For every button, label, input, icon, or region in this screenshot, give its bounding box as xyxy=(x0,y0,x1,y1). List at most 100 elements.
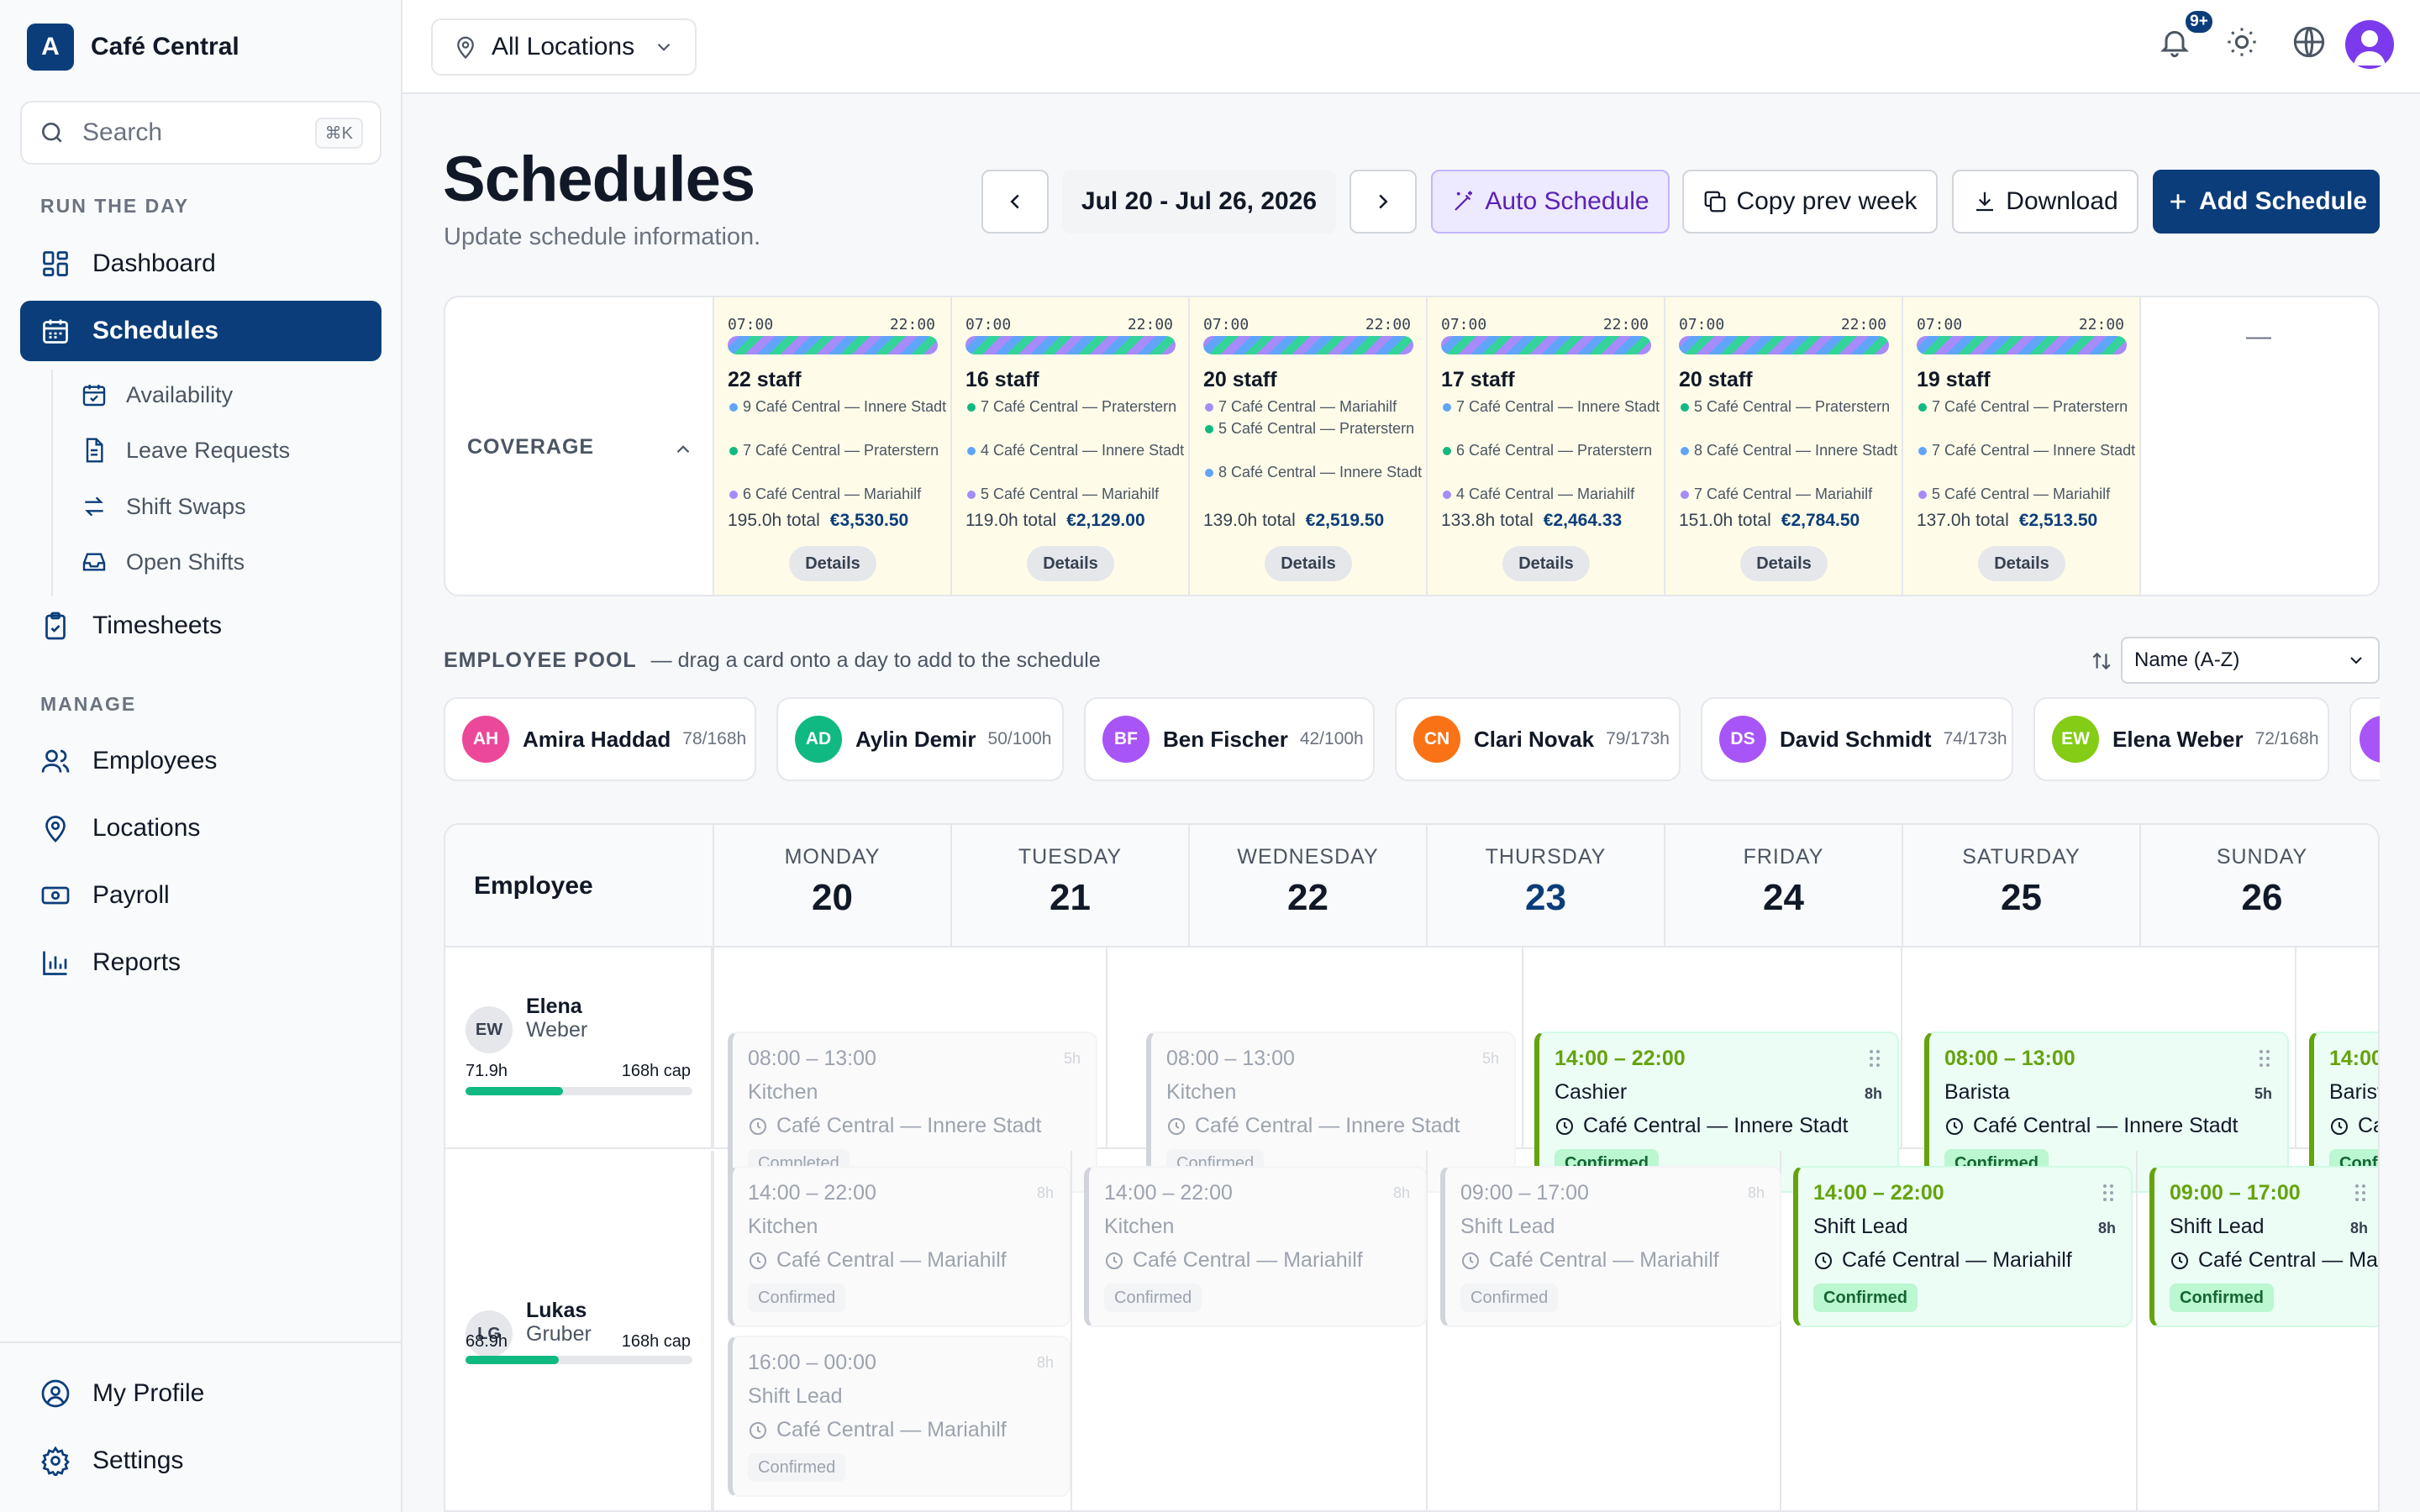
coverage-staff-count: 19 staff xyxy=(1917,368,1991,391)
brand[interactable]: A Café Central xyxy=(27,24,239,71)
shift-status: Confirmed xyxy=(2170,1284,2274,1312)
shift-role: Shift Lead xyxy=(748,1384,843,1408)
day-number: 22 xyxy=(1287,877,1328,918)
employee-card[interactable]: AH Amira Haddad 78/168h xyxy=(444,697,756,781)
shift-duration: 8h xyxy=(2097,1220,2116,1236)
auto-schedule-label: Auto Schedule xyxy=(1485,187,1649,215)
location-dot xyxy=(1205,403,1213,412)
nav-dashboard[interactable]: Dashboard xyxy=(20,234,381,294)
nav-payroll[interactable]: Payroll xyxy=(20,865,381,926)
employee-card-partial[interactable] xyxy=(2349,697,2380,781)
employee-column-header: Employee xyxy=(474,872,593,900)
copy-prev-week-button[interactable]: Copy prev week xyxy=(1682,170,1938,234)
chevron-left-icon xyxy=(1010,194,1019,209)
coverage-hours: 151.0h total xyxy=(1679,511,1771,530)
shift-location-text: Café Central — Innere Stadt xyxy=(2358,1114,2378,1137)
employee-card[interactable]: DS David Schmidt 74/173h xyxy=(1701,697,2013,781)
shift-role: Barista xyxy=(2329,1080,2378,1104)
next-week-button[interactable] xyxy=(1349,170,1417,234)
drag-handle-icon[interactable] xyxy=(2354,1183,2366,1203)
drag-handle-icon[interactable] xyxy=(2259,1048,2270,1068)
coverage-location-text: 4 Café Central — Innere Stadt xyxy=(981,442,1185,459)
shift-card[interactable]: 14:00 – 22:00 Shift Lead Café Central — Ma… xyxy=(1793,1166,2133,1327)
day-number: 26 xyxy=(2241,877,2283,918)
column-divider xyxy=(713,948,714,1147)
shift-card[interactable]: 09:00 – 17:00 Shift Lead Café Central — Ma… xyxy=(1440,1166,1781,1327)
shift-card[interactable]: 16:00 – 00:00 Shift Lead Café Central — Ma… xyxy=(728,1336,1071,1497)
coverage-cost: €2,513.50 xyxy=(2018,511,2098,530)
shift-card[interactable]: 09:00 – 17:00 Shift Lead Café Central — Ma… xyxy=(2149,1166,2378,1327)
prev-week-button[interactable] xyxy=(981,170,1049,234)
nav-availability[interactable]: Availability xyxy=(81,371,233,418)
employee-card[interactable]: EW Elena Weber 72/168h xyxy=(2033,697,2329,781)
coverage-location-line: 7 Café Central — Mariahilf xyxy=(1205,396,1425,417)
coverage-location-line: 7 Café Central — Praterstern xyxy=(729,440,950,461)
chevron-up-icon[interactable] xyxy=(672,438,694,460)
nav-leave-requests[interactable]: Leave Requests xyxy=(81,427,290,474)
nav-locations[interactable]: Locations xyxy=(20,798,381,858)
coverage-sunday-empty: — xyxy=(2246,323,2271,350)
clipboard-icon xyxy=(45,612,66,640)
location-dot xyxy=(1681,447,1689,455)
sun-icon[interactable] xyxy=(2225,25,2259,59)
nav-schedules[interactable]: Schedules xyxy=(20,301,381,361)
schedule-grid: Employee MONDAY 20 TUESDAY 21 WEDNESDAY 22 THU… xyxy=(444,823,2380,1512)
day-column-header: MONDAY 20 xyxy=(713,825,950,946)
location-select[interactable]: All Locations xyxy=(431,18,697,76)
bar-chart-icon xyxy=(43,951,67,975)
drag-handle-icon[interactable] xyxy=(2102,1183,2114,1203)
nav-settings[interactable]: Settings xyxy=(20,1431,381,1491)
shift-location: Café Central — Mariahilf xyxy=(748,1248,1007,1273)
day-column-header: TUESDAY 21 xyxy=(950,825,1188,946)
drag-handle-icon[interactable] xyxy=(1869,1048,1881,1068)
coverage-details-button[interactable]: Details xyxy=(789,546,876,581)
avatar-person-icon xyxy=(2354,30,2386,66)
swap-icon xyxy=(85,496,103,517)
nav-timesheets-label: Timesheets xyxy=(92,612,222,639)
globe-icon[interactable] xyxy=(2292,25,2326,59)
employee-avatar: EW xyxy=(466,1006,513,1053)
shift-time: 08:00 – 13:00 xyxy=(1944,1047,2075,1070)
download-label: Download xyxy=(2006,187,2118,215)
shift-duration: 5h xyxy=(2254,1085,2272,1102)
shift-card[interactable]: 14:00 – 22:00 Kitchen Café Central — Maria… xyxy=(1084,1166,1427,1327)
nav-shift-swaps[interactable]: Shift Swaps xyxy=(81,483,246,530)
coverage-end-time: 22:00 xyxy=(1365,316,1411,333)
nav-open-shifts[interactable]: Open Shifts xyxy=(81,538,245,585)
add-schedule-button[interactable]: Add Schedule xyxy=(2153,170,2380,234)
download-button[interactable]: Download xyxy=(1952,170,2139,234)
nav-my-profile[interactable]: My Profile xyxy=(20,1363,381,1424)
sidebar-divider xyxy=(0,1341,401,1343)
section-run-the-day: RUN THE DAY xyxy=(40,195,190,217)
nav-timesheets[interactable]: Timesheets xyxy=(20,596,381,656)
coverage-details-button[interactable]: Details xyxy=(1502,546,1590,581)
employee-hours: 50/100h xyxy=(987,729,1052,748)
employee-avatar: AD xyxy=(795,716,842,763)
coverage-details-button[interactable]: Details xyxy=(1027,546,1114,581)
nav-locations-label: Locations xyxy=(92,814,201,842)
employee-card[interactable]: AD Aylin Demir 50/100h xyxy=(776,697,1064,781)
coverage-details-button[interactable]: Details xyxy=(1978,546,2065,581)
employee-card[interactable]: CN Clari Novak 79/173h xyxy=(1395,697,1681,781)
shift-duration: 8h xyxy=(1036,1354,1054,1371)
nav-reports[interactable]: Reports xyxy=(20,932,381,993)
column-divider xyxy=(1901,948,1902,1147)
nav-employees[interactable]: Employees xyxy=(20,731,381,791)
sort-select[interactable]: Name (A-Z) xyxy=(2121,637,2380,684)
coverage-details-button[interactable]: Details xyxy=(1740,546,1828,581)
shift-card[interactable]: 14:00 – 22:00 Kitchen Café Central — Maria… xyxy=(728,1166,1071,1327)
coverage-details-button[interactable]: Details xyxy=(1265,546,1352,581)
auto-schedule-button[interactable]: Auto Schedule xyxy=(1431,170,1670,234)
user-avatar[interactable] xyxy=(2345,20,2394,69)
search-input[interactable]: Search ⌘K xyxy=(20,101,381,165)
day-name: TUESDAY xyxy=(1018,845,1123,869)
shift-location: Café Central — Innere Stadt xyxy=(1166,1114,1460,1138)
search-icon xyxy=(42,123,62,143)
coverage-location-text: 7 Café Central — Mariahilf xyxy=(1218,398,1397,415)
inbox-icon xyxy=(82,553,106,571)
shift-location: Café Central — Mariahilf xyxy=(1813,1248,2072,1273)
employee-name: Elena Weber xyxy=(2112,726,2244,752)
shift-status: Confirmed xyxy=(1104,1284,1202,1312)
employee-card[interactable]: BF Ben Fischer 42/100h xyxy=(1084,697,1375,781)
employee-name: David Schmidt xyxy=(1780,726,1932,752)
